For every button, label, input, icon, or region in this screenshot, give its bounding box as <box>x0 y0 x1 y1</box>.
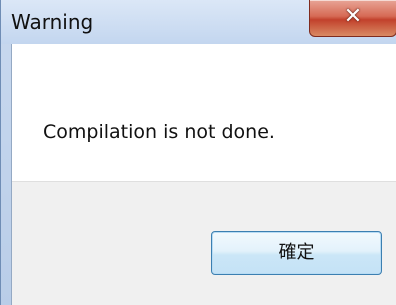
dialog-window: Warning ✕ Compilation is not done. 確定 <box>0 0 396 305</box>
dialog-title: Warning <box>11 10 94 34</box>
close-button[interactable]: ✕ <box>309 0 396 37</box>
dialog-body: Compilation is not done. 確定 <box>11 44 396 305</box>
ok-button[interactable]: 確定 <box>211 231 382 275</box>
button-bar: 確定 <box>12 181 396 305</box>
screen: Warning ✕ Compilation is not done. 確定 <box>0 0 396 305</box>
title-bar[interactable]: Warning ✕ <box>1 0 396 44</box>
warning-message: Compilation is not done. <box>43 121 275 143</box>
close-icon: ✕ <box>343 4 363 29</box>
